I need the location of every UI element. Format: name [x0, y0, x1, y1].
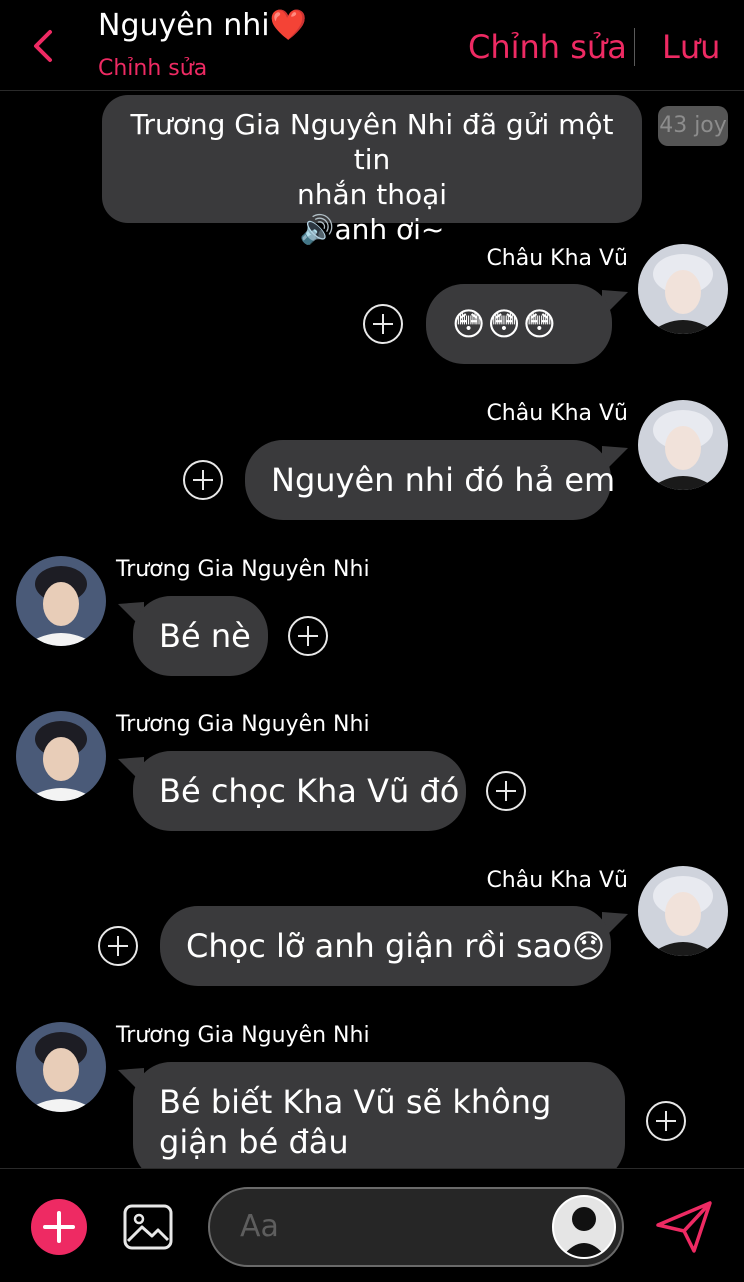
- message-bubble[interactable]: Nguyên nhi đó hả em: [245, 440, 615, 520]
- user-avatar-icon[interactable]: [552, 1195, 616, 1259]
- avatar-truong-gia-nguyen-nhi[interactable]: [16, 1022, 106, 1112]
- message-bubble[interactable]: Chọc lỡ anh giận rồi sao😞: [160, 906, 611, 986]
- voice-notice-content: 🔊anh ơi~: [299, 213, 445, 246]
- message-input[interactable]: Aa: [208, 1187, 624, 1267]
- message-bubble[interactable]: Bé chọc Kha Vũ đó: [133, 751, 466, 831]
- add-circle-icon[interactable]: [363, 304, 403, 344]
- add-circle-icon[interactable]: [288, 616, 328, 656]
- sender-name: Trương Gia Nguyên Nhi: [116, 1023, 370, 1048]
- chat-header: Nguyên nhi❤️ Chỉnh sửa Chỉnh sửa Lưu: [0, 0, 744, 91]
- sender-name: Trương Gia Nguyên Nhi: [116, 557, 370, 582]
- add-circle-icon[interactable]: [646, 1101, 686, 1141]
- voice-notice-line: nhắn thoại: [296, 178, 448, 211]
- sender-name: Châu Kha Vũ: [486, 246, 628, 271]
- chat-title: Nguyên nhi❤️: [98, 8, 307, 43]
- voice-message-notice[interactable]: Trương Gia Nguyên Nhi đã gửi một tin nhắ…: [102, 95, 642, 246]
- add-circle-icon[interactable]: [486, 771, 526, 811]
- image-icon[interactable]: [122, 1203, 174, 1251]
- message-input-placeholder: Aa: [240, 1209, 279, 1244]
- chat-subtitle[interactable]: Chỉnh sửa: [98, 56, 207, 81]
- chevron-left-icon[interactable]: [30, 28, 58, 64]
- avatar-truong-gia-nguyen-nhi[interactable]: [16, 556, 106, 646]
- voice-notice-line: Trương Gia Nguyên Nhi đã gửi một tin: [130, 108, 614, 176]
- add-attachment-button[interactable]: [31, 1199, 87, 1255]
- avatar-truong-gia-nguyen-nhi[interactable]: [16, 711, 106, 801]
- message-bubble[interactable]: 😳😳😳: [426, 284, 612, 364]
- sender-name: Châu Kha Vũ: [486, 401, 628, 426]
- joy-badge: 43 joy: [658, 106, 728, 146]
- add-circle-icon[interactable]: [183, 460, 223, 500]
- message-bubble[interactable]: Bé biết Kha Vũ sẽ không giận bé đâu: [133, 1062, 625, 1182]
- header-divider: [634, 28, 635, 66]
- avatar-chau-kha-vu[interactable]: [638, 866, 728, 956]
- save-button[interactable]: Lưu: [662, 28, 720, 66]
- edit-button[interactable]: Chỉnh sửa: [468, 28, 627, 66]
- avatar-chau-kha-vu[interactable]: [638, 244, 728, 334]
- send-icon[interactable]: [654, 1199, 714, 1255]
- add-circle-icon[interactable]: [98, 926, 138, 966]
- sender-name: Châu Kha Vũ: [486, 868, 628, 893]
- plus-icon: [43, 1211, 75, 1243]
- message-composer: Aa: [0, 1168, 744, 1282]
- sender-name: Trương Gia Nguyên Nhi: [116, 712, 370, 737]
- message-bubble[interactable]: Bé nè: [133, 596, 268, 676]
- avatar-chau-kha-vu[interactable]: [638, 400, 728, 490]
